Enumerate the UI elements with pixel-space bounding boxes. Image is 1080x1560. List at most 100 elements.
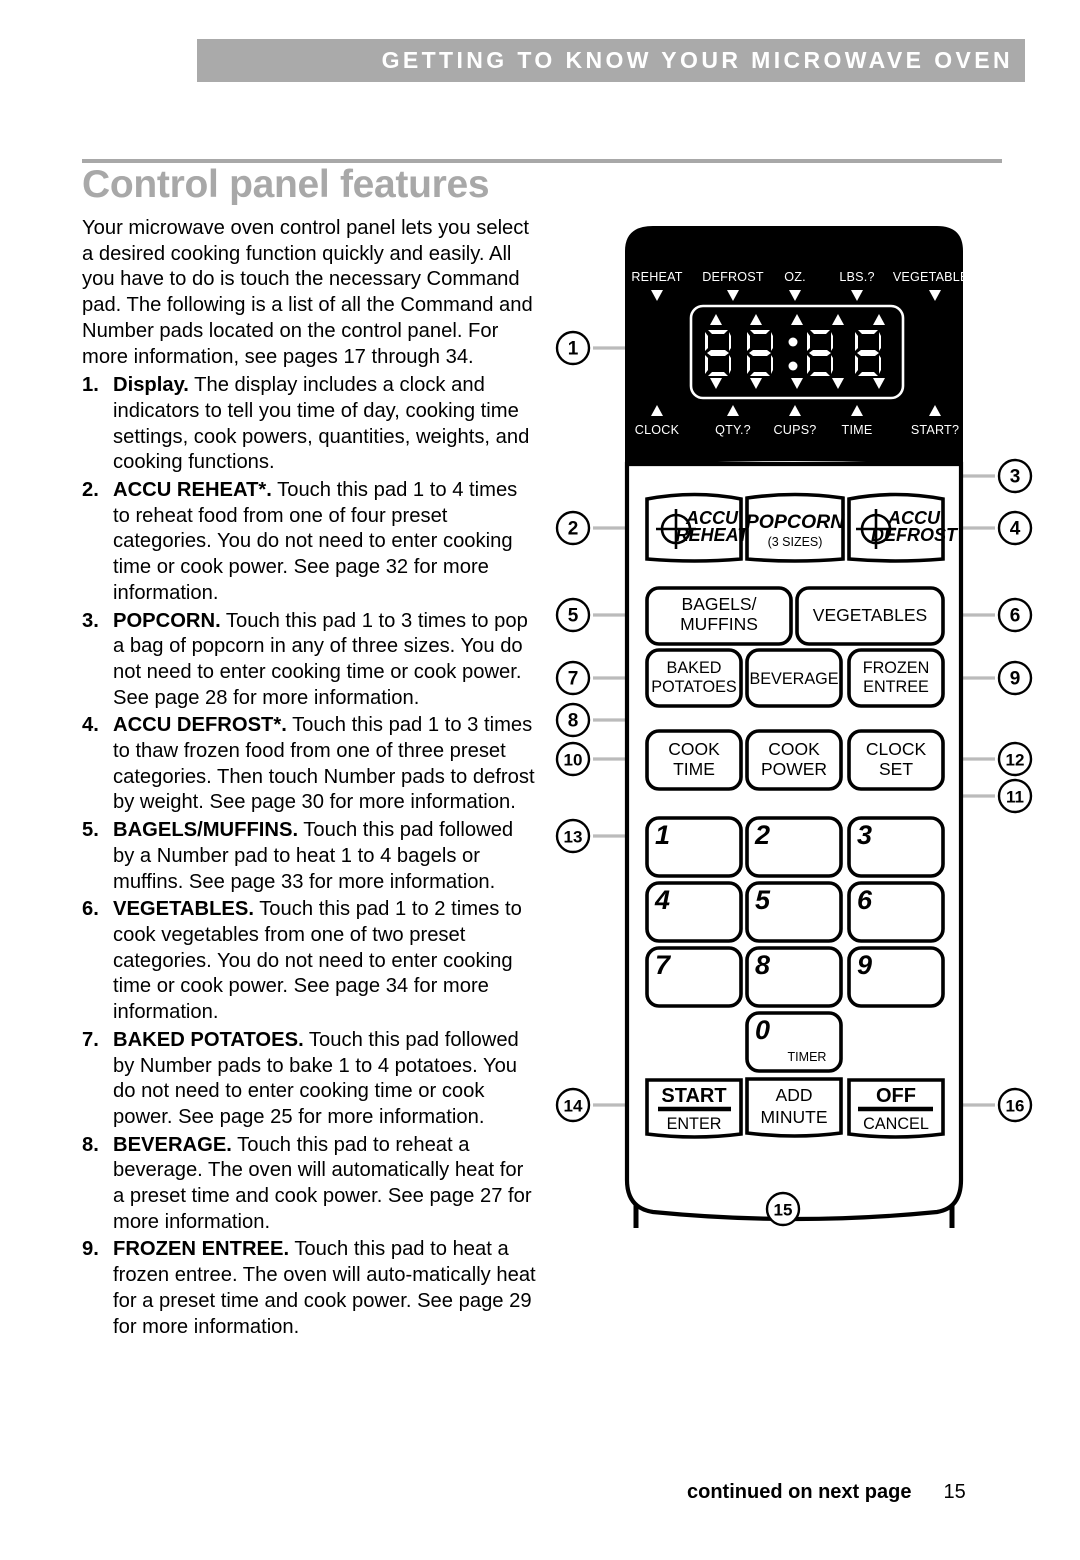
svg-text:3: 3 xyxy=(1010,467,1021,488)
numpad-label-3: 3 xyxy=(857,820,872,850)
callout-4: 4 xyxy=(997,510,1033,546)
item-number: 6. xyxy=(82,898,99,921)
clockset-line1: CLOCK xyxy=(866,739,927,759)
numpad-label-6: 6 xyxy=(857,885,873,915)
numpad-key-4[interactable]: 4 xyxy=(645,881,743,943)
accu-reheat-line2: REHEAT xyxy=(676,525,751,545)
item-body: POPCORN. Touch this pad 1 to 3 times to … xyxy=(113,609,537,712)
item-term: BAKED POTATOES. xyxy=(113,1028,304,1051)
indicator-time: TIME xyxy=(842,423,873,437)
numpad-key-5[interactable]: 5 xyxy=(745,881,843,943)
item-body: ACCU REHEAT*. Touch this pad 1 to 4 time… xyxy=(113,478,537,607)
button-baked-potatoes[interactable]: BAKED POTATOES xyxy=(645,648,743,708)
numbered-item: 7. BAKED POTATOES. Touch this pad followe… xyxy=(82,1028,537,1131)
item-number: 7. xyxy=(82,1028,99,1051)
button-beverage[interactable]: BEVERAGE xyxy=(745,648,843,708)
popcorn-sublabel: (3 SIZES) xyxy=(768,535,823,549)
button-popcorn[interactable]: POPCORN (3 SIZES) xyxy=(745,492,846,563)
svg-text:13: 13 xyxy=(564,828,583,847)
numpad-key-7[interactable]: 7 xyxy=(645,946,743,1008)
svg-text:4: 4 xyxy=(1010,519,1021,540)
intro-paragraph: Your microwave oven control panel lets y… xyxy=(82,217,533,368)
item-body: BAGELS/MUFFINS. Touch this pad followed … xyxy=(113,818,537,895)
callout-12: 12 xyxy=(997,741,1033,777)
numpad-key-2[interactable]: 2 xyxy=(745,816,843,878)
numpad-key-9[interactable]: 9 xyxy=(847,946,945,1008)
cancel-label: CANCEL xyxy=(863,1115,929,1133)
svg-text:14: 14 xyxy=(564,1097,583,1116)
svg-text:2: 2 xyxy=(568,519,579,540)
numpad-key-6[interactable]: 6 xyxy=(847,881,945,943)
callout-1: 1 xyxy=(555,330,591,366)
page-footer: continued on next page 15 xyxy=(687,1481,966,1504)
popcorn-label: POPCORN xyxy=(746,511,846,533)
svg-text:11: 11 xyxy=(1006,788,1024,807)
button-cook-time[interactable]: COOK TIME xyxy=(645,729,743,791)
callout-9: 9 xyxy=(997,660,1033,696)
numpad-label-8: 8 xyxy=(755,950,770,980)
numpad-label-9: 9 xyxy=(857,950,872,980)
continued-label: continued on next page xyxy=(687,1481,912,1503)
indicator-vegetables: VEGETABLES xyxy=(893,270,977,284)
baked-line1: BAKED xyxy=(667,659,722,677)
cooktime-line1: COOK xyxy=(668,739,720,759)
item-body: BEVERAGE. Touch this pad to reheat a bev… xyxy=(113,1133,537,1236)
timer-label: TIMER xyxy=(788,1050,827,1064)
button-accu-defrost[interactable]: ACCU DEFROST xyxy=(847,492,959,563)
numbered-item: 6. VEGETABLES. Touch this pad 1 to 2 time… xyxy=(82,897,537,1026)
add-line2: MINUTE xyxy=(760,1107,827,1127)
svg-text:6: 6 xyxy=(1010,606,1021,627)
numpad-label-1: 1 xyxy=(655,820,670,850)
numbered-item: 4. ACCU DEFROST*. Touch this pad 1 to 3 t… xyxy=(82,713,537,816)
svg-text:15: 15 xyxy=(774,1201,793,1220)
svg-text:7: 7 xyxy=(568,669,579,690)
numpad-key-3[interactable]: 3 xyxy=(847,816,945,878)
callout-6: 6 xyxy=(997,597,1033,633)
item-term: POPCORN. xyxy=(113,609,221,632)
svg-text:1: 1 xyxy=(568,339,579,360)
button-add-minute[interactable]: ADD MINUTE xyxy=(745,1077,843,1138)
item-term: FROZEN ENTREE. xyxy=(113,1238,290,1261)
item-term: BAGELS/MUFFINS. xyxy=(113,819,299,842)
button-off-cancel[interactable]: OFF CANCEL xyxy=(847,1078,945,1139)
baked-line2: POTATOES xyxy=(651,678,737,696)
callout-3: 3 xyxy=(997,458,1033,494)
item-number: 9. xyxy=(82,1238,99,1261)
button-start-enter[interactable]: START ENTER xyxy=(645,1078,743,1139)
callout-8: 8 xyxy=(555,702,591,738)
indicator-start: START? xyxy=(911,423,959,437)
button-frozen-entree[interactable]: FROZEN ENTREE xyxy=(847,648,945,708)
button-clock-set[interactable]: CLOCK SET xyxy=(847,729,945,791)
numpad-key-1[interactable]: 1 xyxy=(645,816,743,878)
callout-15: 15 xyxy=(765,1191,801,1227)
callout-14: 14 xyxy=(555,1087,591,1123)
callout-16: 16 xyxy=(997,1087,1033,1123)
button-bagels-muffins[interactable]: BAGELS/ MUFFINS xyxy=(645,586,793,646)
beverage-label: BEVERAGE xyxy=(749,670,838,688)
item-number: 8. xyxy=(82,1133,99,1156)
enter-label: ENTER xyxy=(667,1115,722,1133)
running-header: GETTING TO KNOW YOUR MICROWAVE OVEN xyxy=(197,39,1025,82)
item-body: FROZEN ENTREE. Touch this pad to heat a … xyxy=(113,1237,537,1340)
button-vegetables[interactable]: VEGETABLES xyxy=(795,586,945,646)
vegetables-label: VEGETABLES xyxy=(813,605,927,625)
numpad-label-7: 7 xyxy=(655,950,672,980)
cookpower-line1: COOK xyxy=(768,739,820,759)
numpad-key-8[interactable]: 8 xyxy=(745,946,843,1008)
manual-page: GETTING TO KNOW YOUR MICROWAVE OVEN Cont… xyxy=(0,0,1080,1560)
page-title: Control panel features xyxy=(82,163,490,206)
add-line1: ADD xyxy=(776,1085,813,1105)
button-accu-reheat[interactable]: ACCU REHEAT xyxy=(645,492,751,563)
item-term: Display. xyxy=(113,374,189,397)
numpad-key-0-timer[interactable]: 0 TIMER xyxy=(745,1011,843,1073)
svg-text:9: 9 xyxy=(1010,669,1021,690)
cooktime-line2: TIME xyxy=(673,759,715,779)
item-body: VEGETABLES. Touch this pad 1 to 2 times … xyxy=(113,897,537,1026)
bagels-line1: BAGELS/ xyxy=(682,594,757,614)
page-number: 15 xyxy=(943,1481,966,1503)
numpad-label-2: 2 xyxy=(754,820,770,850)
item-body: ACCU DEFROST*. Touch this pad 1 to 3 tim… xyxy=(113,713,537,816)
numbered-item: 3. POPCORN. Touch this pad 1 to 3 times t… xyxy=(82,609,537,712)
numpad-label-0: 0 xyxy=(755,1015,770,1045)
button-cook-power[interactable]: COOK POWER xyxy=(745,729,843,791)
